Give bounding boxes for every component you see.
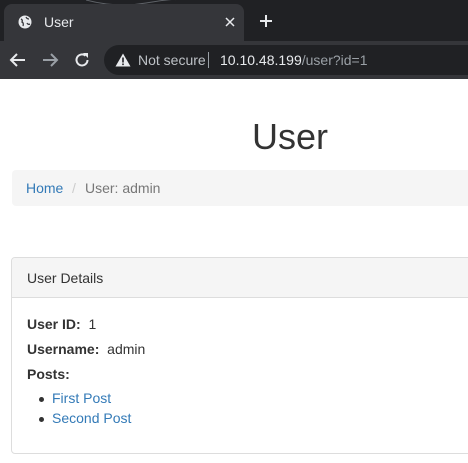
address-bar[interactable]: Not secure 10.10.48.199/user?id=1 [104, 45, 468, 75]
url-host: 10.10.48.199 [220, 52, 302, 68]
browser-toolbar: Not secure 10.10.48.199/user?id=1 [0, 41, 468, 79]
browser-tab-bar: User [0, 0, 468, 41]
back-arrow-icon[interactable] [9, 51, 27, 69]
panel-heading: User Details [12, 258, 468, 298]
breadcrumb-separator: / [72, 180, 76, 196]
warning-icon[interactable] [115, 53, 131, 67]
bullet-icon [39, 397, 44, 402]
page-title: User [251, 116, 328, 157]
new-tab-icon[interactable] [258, 13, 274, 29]
username-value: admin [107, 341, 146, 357]
user-id-label: User ID: [27, 316, 81, 332]
close-icon[interactable] [222, 14, 238, 30]
url-text[interactable]: 10.10.48.199/user?id=1 [220, 52, 368, 68]
bullet-icon [39, 417, 44, 422]
tab-title: User [44, 14, 74, 30]
list-item: Second Post [39, 410, 131, 430]
globe-icon [18, 15, 32, 29]
posts-label: Posts: [27, 366, 70, 382]
post-link-second[interactable]: Second Post [52, 410, 131, 426]
posts-row: Posts: [27, 366, 70, 382]
security-status-label[interactable]: Not secure [138, 52, 206, 68]
user-id-row: User ID: 1 [27, 316, 96, 332]
panel-title: User Details [27, 270, 104, 286]
url-path: /user?id=1 [301, 52, 368, 68]
list-item: First Post [39, 390, 131, 410]
forward-arrow-icon[interactable] [41, 51, 59, 69]
breadcrumb-home-link[interactable]: Home [26, 180, 63, 196]
posts-list: First Post Second Post [39, 390, 131, 430]
user-details-panel: User Details User ID: 1 Username: admin … [11, 257, 468, 454]
username-row: Username: admin [27, 341, 145, 357]
post-link-first[interactable]: First Post [52, 390, 111, 406]
reload-icon[interactable] [73, 51, 91, 69]
address-separator [208, 52, 209, 68]
username-label: Username: [27, 341, 100, 357]
user-id-value: 1 [88, 316, 97, 332]
browser-tab[interactable]: User [4, 4, 244, 41]
breadcrumb-current: User: admin [85, 180, 161, 196]
breadcrumb: Home / User: admin [12, 170, 468, 206]
